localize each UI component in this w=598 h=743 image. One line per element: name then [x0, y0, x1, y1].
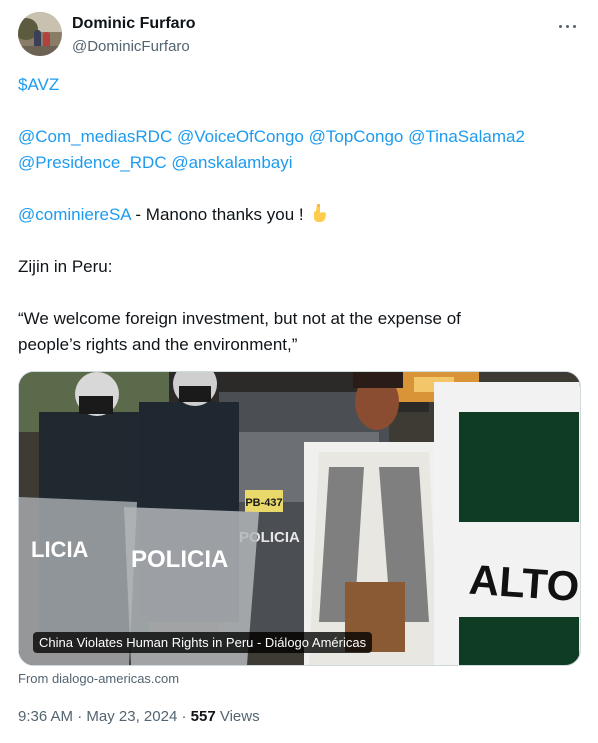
meta-separator: · — [177, 708, 191, 725]
views-count: 557 — [190, 708, 216, 725]
quote-line-1: “We welcome foreign investment, but not … — [18, 309, 461, 328]
mention-link[interactable]: @TinaSalama2 — [408, 127, 525, 146]
views-label: Views — [215, 708, 260, 725]
shield-left-text: LICIA — [31, 537, 89, 562]
protest-photo: PB-437 POLICIA LICIA POLICIA ALTO — [19, 372, 580, 665]
cashtag-line: $AVZ — [18, 72, 580, 98]
mention-link[interactable]: @Com_mediasRDC — [18, 127, 172, 146]
tweet-meta: 9:36 AM · May 23, 2024 · 557 Views — [18, 708, 260, 725]
mentions-line-2: @Presidence_RDC @anskalambayi — [18, 150, 580, 176]
cashtag-link[interactable]: $AVZ — [18, 75, 59, 94]
mention-link[interactable]: @anskalambayi — [171, 153, 292, 172]
plate-text: PB-437 — [245, 497, 282, 509]
mention-link[interactable]: @Presidence_RDC — [18, 153, 167, 172]
mention-link[interactable]: @TopCongo — [309, 127, 404, 146]
mentions-line-1: @Com_mediasRDC @VoiceOfCongo @TopCongo @… — [18, 124, 580, 150]
quote-line-2: people’s rights and the environment,” — [18, 335, 298, 354]
link-card-caption: China Violates Human Rights in Peru - Di… — [33, 632, 373, 653]
author-handle[interactable]: @DominicFurfaro — [72, 38, 190, 55]
more-dots-icon[interactable] — [556, 16, 580, 36]
shield-right-text: POLICIA — [131, 546, 228, 573]
meta-separator: · — [73, 708, 87, 725]
sign-text: ALTO — [467, 556, 580, 611]
link-card-image[interactable]: PB-437 POLICIA LICIA POLICIA ALTO China … — [18, 371, 581, 666]
backhand-index-pointing-down-emoji — [314, 204, 327, 222]
tweet-date[interactable]: May 23, 2024 — [86, 708, 177, 725]
avatar[interactable] — [18, 12, 62, 56]
tweet-header: Dominic Furfaro @DominicFurfaro — [18, 12, 580, 60]
mention-link[interactable]: @cominiereSA — [18, 205, 131, 224]
tweet-time[interactable]: 9:36 AM — [18, 708, 73, 725]
link-card-source[interactable]: From dialogo-americas.com — [18, 671, 179, 686]
thanks-line: @cominiereSA - Manono thanks you ! — [18, 202, 580, 228]
author-name[interactable]: Dominic Furfaro — [72, 15, 196, 33]
mention-link[interactable]: @VoiceOfCongo — [177, 127, 304, 146]
thanks-text: - Manono thanks you ! — [130, 205, 309, 224]
zijin-line: Zijin in Peru: — [18, 257, 113, 276]
